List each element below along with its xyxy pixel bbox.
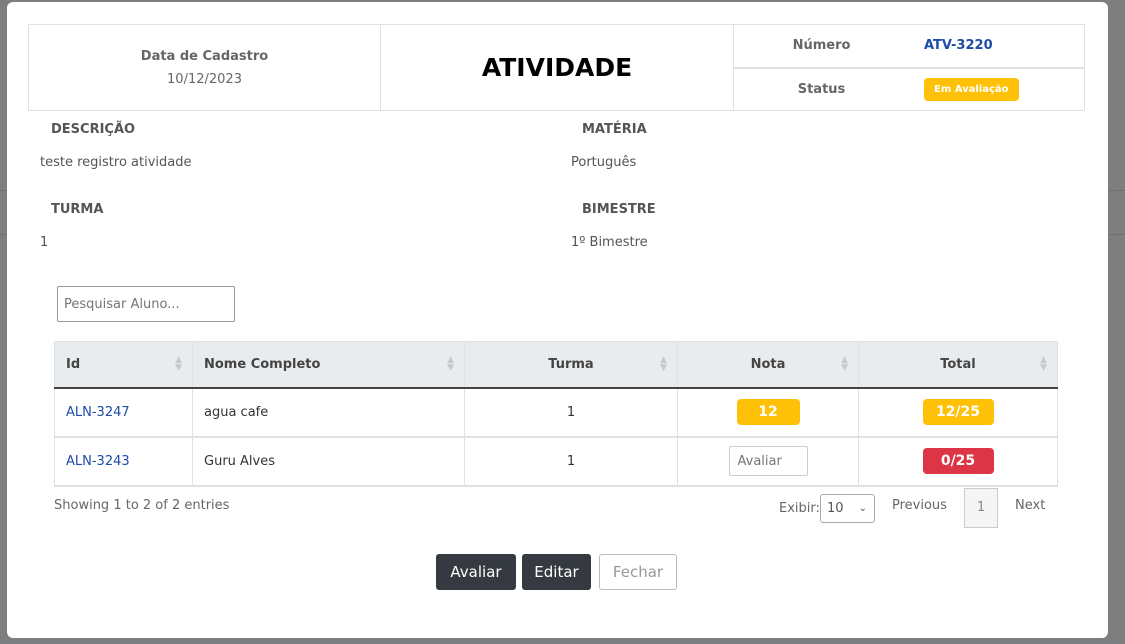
bimestre-label: BIMESTRE — [582, 202, 656, 217]
status-badge: Em Avaliação — [924, 77, 1019, 101]
entries-info: Showing 1 to 2 of 2 entries — [54, 498, 230, 513]
activity-header: Data de Cadastro 10/12/2023 ATIVIDADE Nú… — [28, 24, 1085, 111]
column-label: Nome Completo — [204, 356, 321, 372]
sort-icon: ▲ ▼ — [841, 355, 848, 373]
numero-value: ATV-3220 — [924, 38, 993, 54]
descricao-label: DESCRIÇÃO — [51, 122, 136, 137]
descricao-value: teste registro atividade — [40, 155, 192, 170]
materia-value: Português — [571, 155, 637, 170]
fechar-button[interactable]: Fechar — [599, 554, 677, 590]
descricao-field: DESCRIÇÃO teste registro atividade — [40, 122, 191, 170]
activity-modal: Data de Cadastro 10/12/2023 ATIVIDADE Nú… — [7, 2, 1108, 638]
column-label: Id — [66, 356, 81, 372]
editar-button[interactable]: Editar — [522, 554, 591, 590]
column-id[interactable]: Id ▲ ▼ — [54, 341, 193, 389]
student-id-link[interactable]: ALN-3247 — [66, 405, 130, 420]
search-student-input[interactable] — [57, 286, 235, 322]
page-size-select[interactable]: 10 ⌄ — [820, 494, 875, 523]
page-size-value: 10 — [827, 501, 844, 516]
numero-label: Número — [792, 38, 851, 54]
turma-label: TURMA — [51, 202, 104, 217]
student-id-link[interactable]: ALN-3243 — [66, 454, 130, 469]
date-value: 10/12/2023 — [167, 71, 242, 87]
date-label: Data de Cadastro — [140, 48, 269, 64]
exibir-label: Exibir: — [779, 501, 820, 516]
column-label: Total — [940, 356, 976, 372]
student-turma: 1 — [464, 387, 678, 438]
column-total[interactable]: Total ▲ ▼ — [858, 341, 1058, 389]
column-label: Nota — [750, 356, 786, 372]
info-cell: Número ATV-3220 Status Em Avaliação — [734, 25, 1084, 110]
sort-icon: ▲ ▼ — [1040, 355, 1047, 373]
date-cell: Data de Cadastro 10/12/2023 — [29, 25, 381, 110]
materia-label: MATÉRIA — [582, 122, 647, 137]
column-turma[interactable]: Turma ▲ ▼ — [464, 341, 678, 389]
column-nota[interactable]: Nota ▲ ▼ — [677, 341, 859, 389]
students-table: Id ▲ ▼ Nome Completo ▲ ▼ Turma ▲ ▼ Nota ▲ ▼ Tota… — [54, 341, 1058, 487]
total-badge: 0/25 — [922, 448, 994, 474]
sort-icon: ▲ ▼ — [660, 355, 667, 373]
bimestre-value: 1º Bimestre — [571, 235, 648, 250]
next-button[interactable]: Next — [1015, 498, 1045, 513]
table-row: ALN-3247 agua cafe 1 12 12/25 — [54, 387, 1058, 438]
page-button[interactable]: 1 — [964, 488, 998, 528]
nota-input[interactable] — [728, 446, 808, 476]
nota-badge: 12 — [736, 399, 800, 425]
sort-icon: ▲ ▼ — [175, 355, 182, 373]
chevron-down-icon: ⌄ — [858, 503, 867, 514]
bimestre-field: BIMESTRE 1º Bimestre — [571, 202, 656, 250]
avaliar-button[interactable]: Avaliar — [436, 554, 516, 590]
title-cell: ATIVIDADE — [381, 25, 734, 110]
previous-button[interactable]: Previous — [892, 498, 947, 513]
student-name: agua cafe — [192, 387, 465, 438]
sort-icon: ▲ ▼ — [447, 355, 454, 373]
total-badge: 12/25 — [922, 399, 994, 425]
materia-field: MATÉRIA Português — [571, 122, 647, 170]
turma-value: 1 — [40, 235, 49, 250]
page-title: ATIVIDADE — [481, 53, 633, 82]
student-name: Guru Alves — [192, 436, 465, 487]
student-turma: 1 — [464, 436, 678, 487]
table-row: ALN-3243 Guru Alves 1 0/25 — [54, 436, 1058, 487]
turma-field: TURMA 1 — [40, 202, 103, 250]
column-nome[interactable]: Nome Completo ▲ ▼ — [192, 341, 465, 389]
column-label: Turma — [548, 356, 594, 372]
status-label: Status — [797, 81, 846, 97]
